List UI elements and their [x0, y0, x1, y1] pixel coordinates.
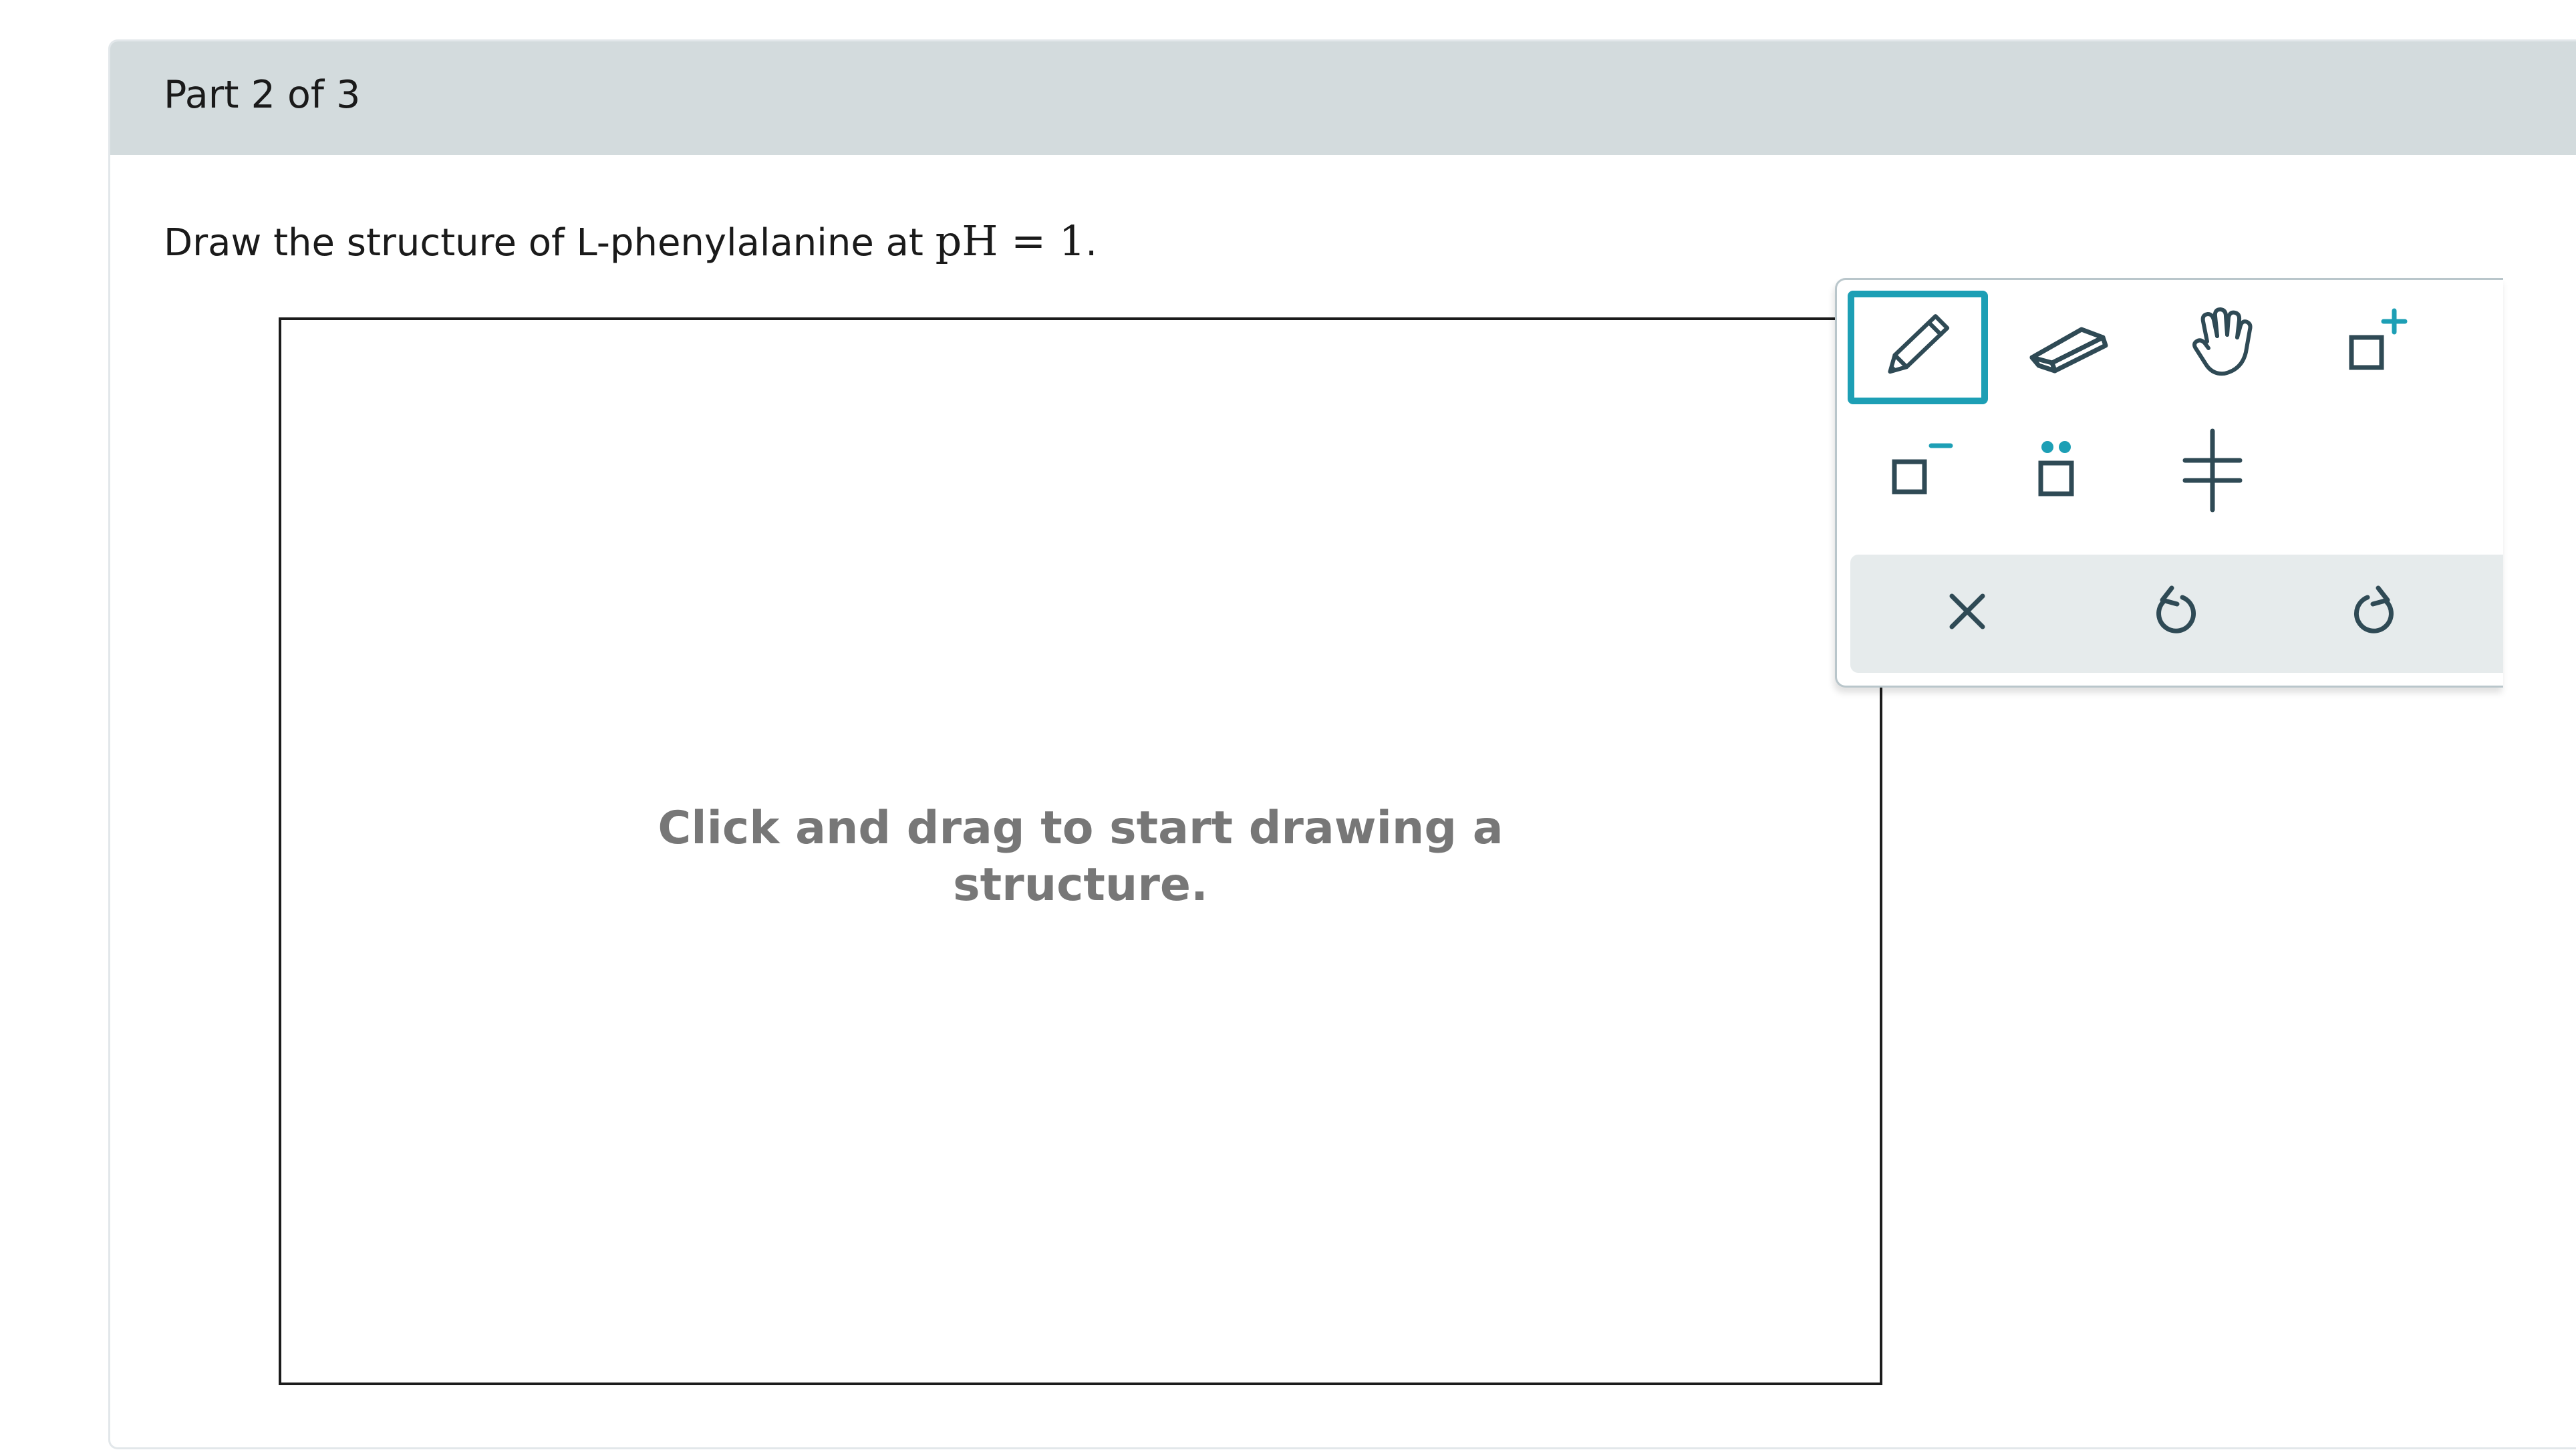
- ph-expression: pH = 1: [935, 216, 1086, 265]
- part-header: Part 2 of 3: [110, 41, 2576, 155]
- add-negative-charge-button[interactable]: [1837, 419, 1977, 533]
- redo-icon: [2354, 585, 2394, 633]
- drawing-toolbar: [1835, 278, 2503, 688]
- positive-charge-icon: [2349, 308, 2408, 370]
- part-title: Part 2 of 3: [164, 73, 361, 117]
- prompt-end: .: [1085, 221, 1098, 265]
- prompt-text: Draw the structure of L-phenylalanine at: [164, 221, 936, 265]
- redo-button[interactable]: [2307, 555, 2448, 673]
- eraser-tool-button[interactable]: [1993, 291, 2134, 404]
- stereo-bond-tool-button[interactable]: [2142, 419, 2283, 533]
- canvas-hint-line-2: structure.: [953, 859, 1208, 911]
- add-positive-charge-button[interactable]: [2297, 291, 2437, 404]
- hand-tool-button[interactable]: [2150, 291, 2290, 404]
- hand-icon: [2192, 307, 2253, 376]
- canvas-hint-line-1: Click and drag to start drawing a: [658, 802, 1504, 855]
- eraser-icon: [2029, 327, 2108, 374]
- question-panel: Part 2 of 3 Draw the structure of L-phen…: [108, 39, 2576, 1449]
- lone-pair-icon: [2038, 441, 2074, 496]
- clear-icon: [1949, 593, 1985, 629]
- add-lone-pair-button[interactable]: [1987, 419, 2128, 533]
- action-bar: [1850, 555, 2503, 673]
- pencil-icon: [1888, 314, 1950, 374]
- clear-button[interactable]: [1897, 555, 2037, 673]
- undo-icon: [2156, 585, 2196, 633]
- question-prompt: Draw the structure of L-phenylalanine at…: [164, 216, 1097, 266]
- drawing-canvas[interactable]: Click and drag to start drawing a struct…: [279, 317, 1882, 1385]
- canvas-hint: Click and drag to start drawing a struct…: [281, 800, 1880, 913]
- undo-button[interactable]: [2102, 555, 2243, 673]
- negative-charge-icon: [1892, 443, 1953, 494]
- stereo-bond-icon: [2182, 428, 2243, 513]
- pencil-tool-button[interactable]: [1848, 291, 1988, 404]
